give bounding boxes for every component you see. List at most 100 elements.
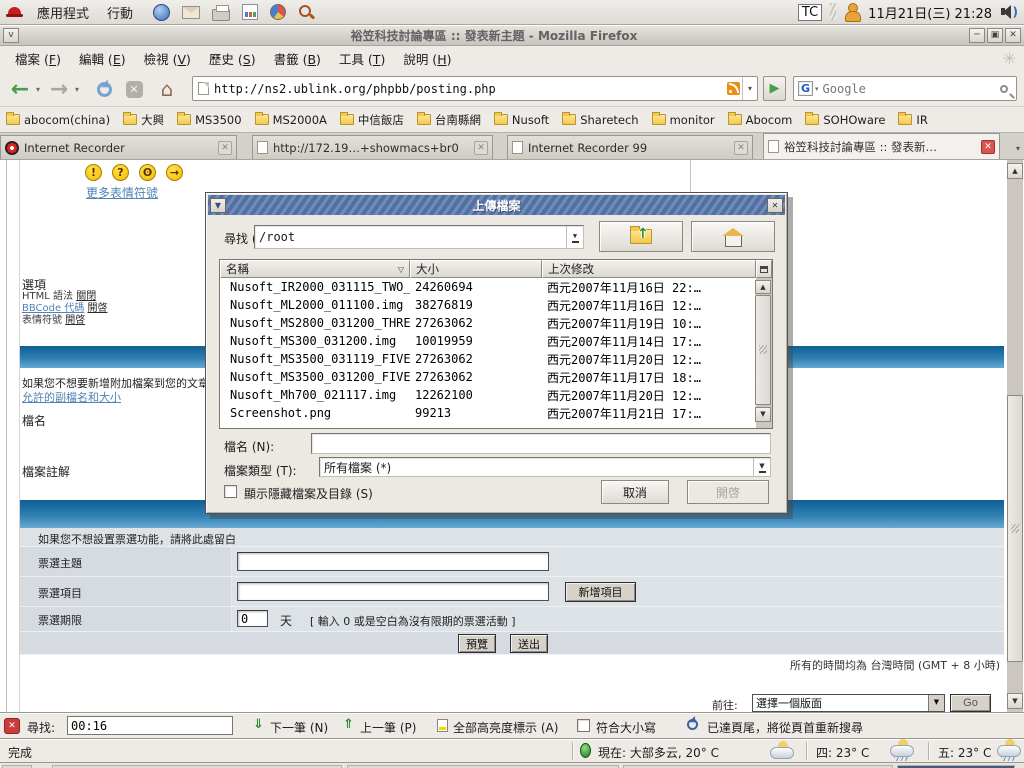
bookmark-item[interactable]: IR bbox=[898, 113, 927, 127]
back-button[interactable]: ← bbox=[8, 71, 32, 107]
option-toggle-link[interactable]: 開啓 bbox=[88, 303, 108, 314]
file-row[interactable]: Nusoft_IR2000_031115_TWO_… 24260694 西元20… bbox=[220, 278, 756, 296]
chart-icon[interactable] bbox=[242, 4, 258, 20]
poll-topic-input[interactable] bbox=[237, 552, 549, 571]
scroll-up-icon[interactable]: ▲ bbox=[1007, 163, 1023, 179]
list-scroll-up-icon[interactable]: ▲ bbox=[755, 280, 771, 294]
bookmark-item[interactable]: 大興 bbox=[123, 112, 164, 128]
dialog-close-icon[interactable]: ✕ bbox=[767, 198, 783, 213]
search-icon[interactable] bbox=[1000, 85, 1008, 93]
dialog-titlebar[interactable]: ▼ 上傳檔案 ✕ bbox=[208, 195, 785, 215]
dialog-menu-button[interactable]: ▼ bbox=[210, 198, 226, 213]
column-size[interactable]: 大小 bbox=[410, 260, 542, 278]
bookmark-item[interactable]: abocom(china) bbox=[6, 113, 110, 127]
location-combo[interactable]: /root ▼ bbox=[254, 225, 584, 249]
filename-input[interactable] bbox=[311, 433, 771, 454]
cancel-button[interactable]: 取消 bbox=[601, 480, 669, 504]
weather-now[interactable]: 現在: 大部多云, 20° C bbox=[598, 744, 719, 761]
menu-S[interactable]: 歷史 (S) bbox=[202, 46, 263, 71]
url-input[interactable] bbox=[214, 82, 722, 96]
preview-button[interactable]: 預覽 bbox=[458, 634, 496, 653]
weather-thursday[interactable]: 四: 23° C bbox=[816, 744, 869, 761]
smiley-question-icon[interactable]: ? bbox=[112, 164, 129, 181]
poll-length-input[interactable] bbox=[237, 610, 268, 627]
find-next-button[interactable]: 下一筆 (N) bbox=[270, 719, 328, 736]
close-button[interactable]: ✕ bbox=[1005, 28, 1021, 43]
tab-3[interactable]: Internet Recorder 99 ✕ bbox=[507, 135, 753, 159]
tab-list-dropdown-icon[interactable]: ▾ bbox=[1016, 144, 1020, 153]
option-toggle-link[interactable]: 關閉 bbox=[76, 291, 96, 302]
up-folder-button[interactable]: ↑ bbox=[599, 221, 683, 252]
filetype-combo[interactable]: 所有檔案 (*) ▼ bbox=[319, 457, 771, 477]
column-name[interactable]: 名稱▽ bbox=[220, 260, 410, 278]
highlight-all-button[interactable]: 全部高亮度標示 (A) bbox=[453, 719, 558, 736]
bookmark-item[interactable]: Nusoft bbox=[494, 113, 549, 127]
home-button[interactable]: ⌂ bbox=[154, 71, 180, 107]
applications-menu[interactable]: 應用程式 bbox=[33, 1, 93, 24]
weather-friday[interactable]: 五: 23° C bbox=[938, 744, 991, 761]
file-list[interactable]: 名稱▽ 大小 上次修改 Nusoft_IR2000_031115_TWO_… 2… bbox=[219, 259, 773, 429]
file-row[interactable]: Nusoft_MS2800_031200_THRE… 27263062 西元20… bbox=[220, 314, 756, 332]
printer-icon[interactable] bbox=[212, 9, 230, 21]
option-toggle-link[interactable]: 開啓 bbox=[65, 315, 85, 326]
allowed-extensions-link[interactable]: 允許的副檔名和大小 bbox=[22, 389, 121, 405]
tab-4[interactable]: 裕笠科技討論專區 :: 發表新… ✕ bbox=[763, 133, 1000, 159]
engine-dropdown-icon[interactable]: ▾ bbox=[815, 85, 819, 93]
smiley-idea-icon[interactable]: ʘ bbox=[139, 164, 156, 181]
url-bar[interactable]: ▾ bbox=[192, 76, 758, 101]
file-row[interactable]: Screenshot.png 99213 西元2007年11月21日 17:… bbox=[220, 404, 756, 422]
location-combo-arrow-icon[interactable]: ▼ bbox=[566, 226, 583, 248]
file-row[interactable]: Nusoft_ML2000_011100.img 38276819 西元2007… bbox=[220, 296, 756, 314]
filetype-combo-arrow-icon[interactable]: ▼ bbox=[753, 458, 770, 476]
bookmark-item[interactable]: 中信飯店 bbox=[340, 112, 404, 128]
tab-close-icon[interactable]: ✕ bbox=[981, 140, 995, 154]
tab-close-icon[interactable]: ✕ bbox=[734, 141, 748, 155]
back-dropdown[interactable]: ▾ bbox=[33, 71, 43, 107]
url-dropdown-icon[interactable]: ▾ bbox=[742, 77, 757, 100]
stop-button[interactable]: ✕ bbox=[122, 71, 146, 107]
bookmark-item[interactable]: SOHOware bbox=[805, 113, 885, 127]
match-case-checkbox[interactable] bbox=[577, 719, 590, 732]
smiley-arrow-icon[interactable]: → bbox=[166, 164, 183, 181]
scroll-down-icon[interactable]: ▼ bbox=[1007, 693, 1023, 709]
jump-select-arrow-icon[interactable]: ▼ bbox=[928, 695, 944, 711]
column-options-icon[interactable] bbox=[756, 260, 772, 278]
tab-close-icon[interactable]: ✕ bbox=[218, 141, 232, 155]
bookmark-item[interactable]: Sharetech bbox=[562, 113, 638, 127]
menu-B[interactable]: 書籤 (B) bbox=[267, 46, 328, 71]
redhat-menu-icon[interactable] bbox=[6, 6, 23, 19]
tab-close-icon[interactable]: ✕ bbox=[474, 141, 488, 155]
file-list-scrollbar[interactable]: ▲ ▼ bbox=[756, 278, 772, 428]
bookmark-item[interactable]: MS2000A bbox=[255, 113, 327, 127]
user-switcher-icon[interactable] bbox=[844, 3, 860, 21]
menu-V[interactable]: 檢視 (V) bbox=[137, 46, 198, 71]
reload-button[interactable] bbox=[92, 71, 116, 107]
findbar-close-icon[interactable]: ✕ bbox=[4, 718, 20, 734]
menu-H[interactable]: 說明 (H) bbox=[396, 46, 458, 71]
jump-go-button[interactable]: Go bbox=[950, 694, 991, 712]
input-method-indicator[interactable]: TC bbox=[798, 4, 822, 21]
bookmark-item[interactable]: monitor bbox=[652, 113, 715, 127]
column-modified[interactable]: 上次修改 bbox=[542, 260, 756, 278]
bookmark-item[interactable]: Abocom bbox=[728, 113, 793, 127]
find-prev-button[interactable]: 上一筆 (P) bbox=[360, 719, 416, 736]
minimize-button[interactable]: ─ bbox=[969, 28, 985, 43]
tab-1[interactable]: Internet Recorder ✕ bbox=[0, 135, 237, 159]
forward-button[interactable]: → bbox=[47, 71, 71, 107]
forward-dropdown[interactable]: ▾ bbox=[72, 71, 82, 107]
window-menu-button[interactable]: v bbox=[3, 28, 19, 43]
open-button[interactable]: 開啓 bbox=[687, 480, 769, 504]
home-folder-button[interactable] bbox=[691, 221, 775, 252]
list-scroll-down-icon[interactable]: ▼ bbox=[755, 407, 771, 422]
file-row[interactable]: Nusoft_MS300_031200.img 10019959 西元2007年… bbox=[220, 332, 756, 350]
bookmark-item[interactable]: MS3500 bbox=[177, 113, 242, 127]
menu-T[interactable]: 工具 (T) bbox=[332, 46, 392, 71]
search-input[interactable] bbox=[823, 82, 996, 96]
tab-2[interactable]: http://172.19…+showmacs+br0 ✕ bbox=[252, 135, 493, 159]
web-browser-icon[interactable] bbox=[153, 4, 170, 21]
file-row[interactable]: Nusoft_Mh700_021117.img 12262100 西元2007年… bbox=[220, 386, 756, 404]
volume-icon[interactable]: ) bbox=[1000, 4, 1018, 20]
search-big-icon[interactable] bbox=[298, 4, 314, 20]
submit-button[interactable]: 送出 bbox=[510, 634, 548, 653]
bookmark-item[interactable]: 台南縣網 bbox=[417, 112, 481, 128]
